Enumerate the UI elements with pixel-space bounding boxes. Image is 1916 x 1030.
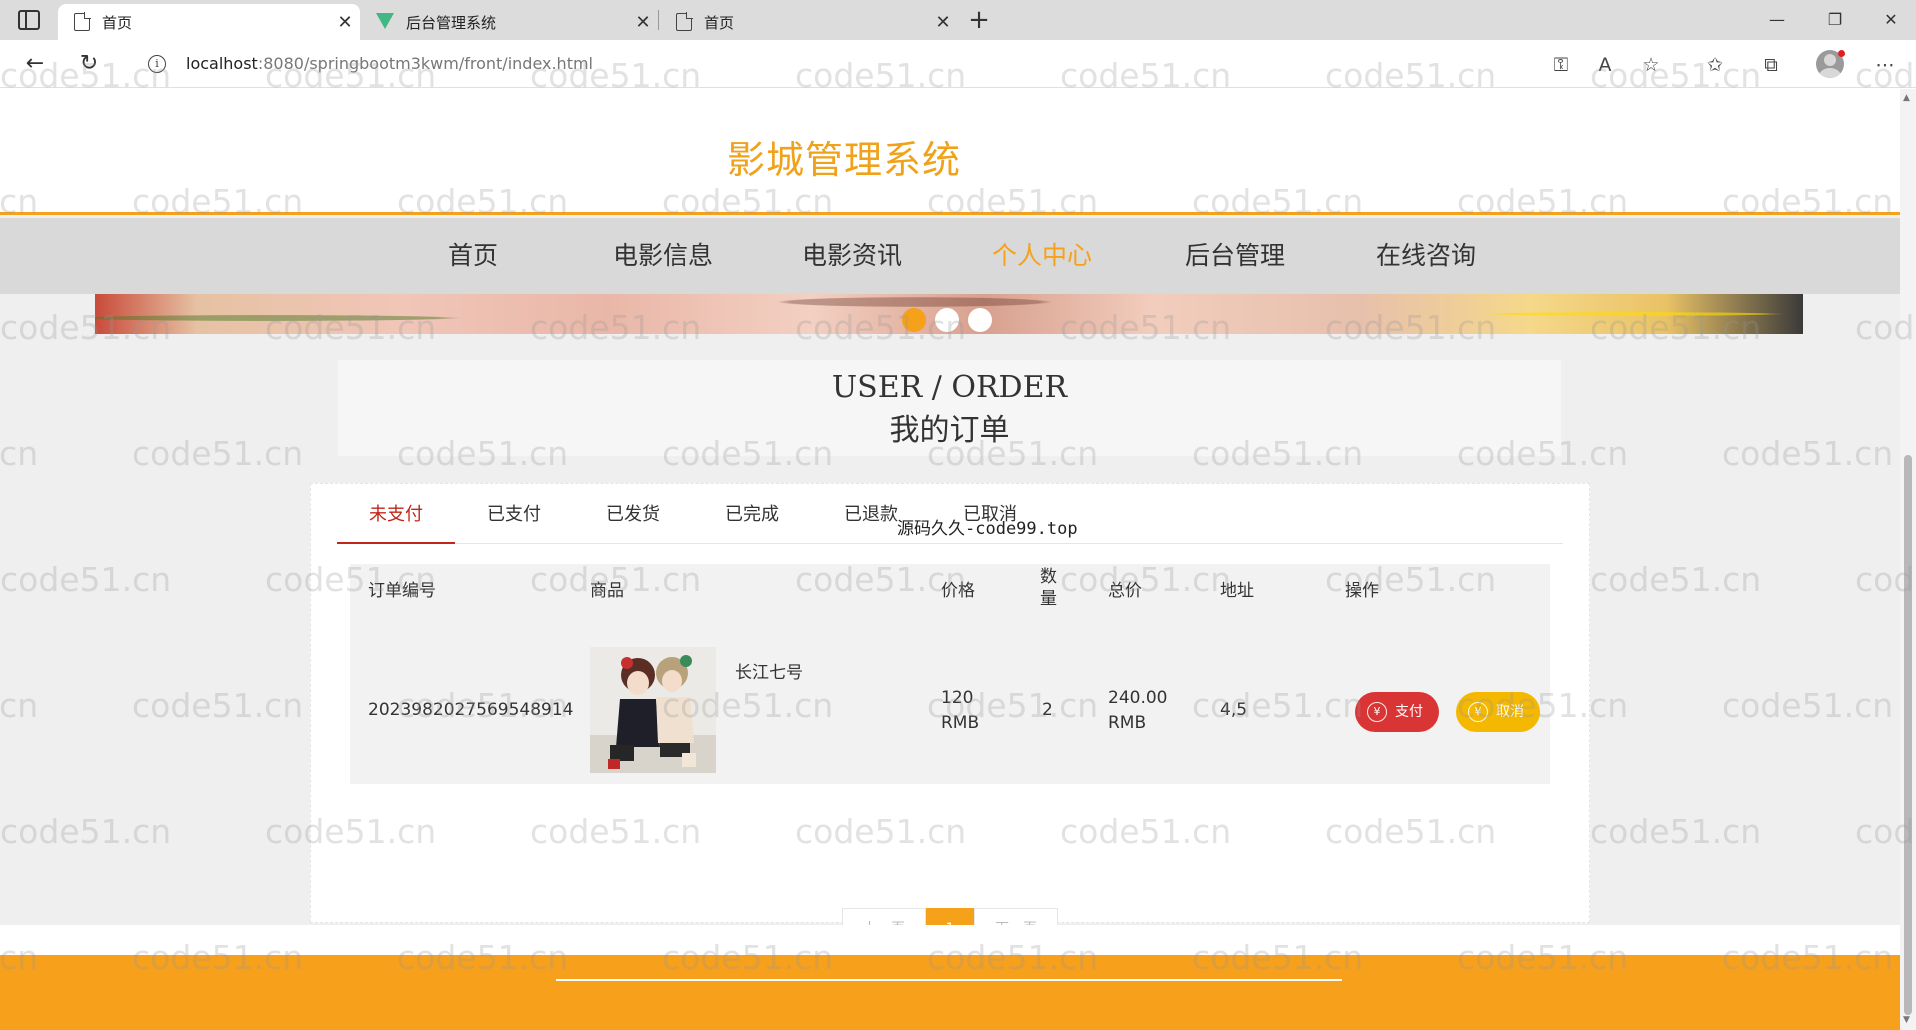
overlay-watermark-text: 源码久久-code99.top [897, 519, 1078, 539]
site-title: 影城管理系统 [726, 138, 961, 182]
tab-title: 首页 [102, 13, 133, 32]
nav-item-consult[interactable]: 在线咨询 [1346, 218, 1506, 294]
tab-title: 首页 [704, 13, 735, 32]
product-poster [590, 647, 716, 773]
close-window-icon[interactable]: ✕ [1862, 0, 1916, 40]
vue-icon [376, 13, 394, 31]
tab-title: 后台管理系统 [406, 13, 497, 32]
refresh-icon[interactable]: ↻ [74, 50, 104, 78]
tab-completed[interactable]: 已完成 [693, 484, 811, 544]
order-table: 订单编号 商品 价格 数 量 总价 地址 操作 2023982027569548… [350, 564, 1550, 784]
info-icon[interactable]: i [148, 55, 166, 73]
carousel-dot-1[interactable] [902, 308, 926, 332]
tab-separator [658, 10, 659, 30]
main-nav: 首页 电影信息 电影资讯 个人中心 后台管理 在线咨询 [0, 218, 1900, 294]
product-image[interactable] [590, 647, 716, 773]
site-footer [0, 955, 1900, 1030]
nav-item-admin[interactable]: 后台管理 [1155, 218, 1315, 294]
product-name: 长江七号 [735, 663, 803, 683]
order-status-tabs: 未支付 已支付 已发货 已完成 已退款 已取消 源码久久-code99.top [337, 484, 1563, 544]
header-address: 地址 [1220, 581, 1254, 601]
document-icon [74, 12, 91, 31]
scroll-down-icon[interactable]: ▼ [1903, 1015, 1910, 1025]
carousel-dot-3[interactable] [968, 308, 992, 332]
footer-divider [556, 979, 1342, 981]
url-text: localhost:8080/springbootm3kwm/front/ind… [186, 54, 593, 73]
page-viewport: 影城管理系统 首页 电影信息 电影资讯 个人中心 后台管理 在线咨询 USER … [0, 89, 1900, 1030]
close-tab-icon[interactable]: ✕ [928, 12, 958, 33]
nav-item-user-center[interactable]: 个人中心 [962, 218, 1122, 294]
more-menu-icon[interactable]: ⋯ [1872, 52, 1898, 78]
price-cell: 120 RMB [941, 688, 980, 733]
page-scrollbar[interactable]: ▲ ▼ [1900, 89, 1916, 1030]
address-cell: 4,5 [1220, 700, 1248, 720]
banner-carousel [95, 294, 1803, 334]
collections-icon[interactable]: ⧉ [1758, 52, 1784, 78]
favorite-star-icon[interactable]: ☆ [1638, 52, 1664, 78]
close-tab-icon[interactable]: ✕ [330, 12, 360, 33]
browser-tab-2[interactable]: 后台管理系统 ✕ [360, 4, 658, 40]
footer-spacer [0, 925, 1900, 955]
tab-actions-icon[interactable] [18, 10, 40, 30]
carousel-dot-2[interactable] [935, 308, 959, 332]
header-order-no: 订单编号 [368, 581, 436, 601]
close-tab-icon[interactable]: ✕ [628, 12, 658, 33]
header-price: 价格 [941, 581, 975, 601]
order-number: 2023982027569548914 [368, 700, 574, 720]
url-field[interactable]: i localhost:8080/springbootm3kwm/front/i… [130, 46, 1680, 82]
cancel-button[interactable]: ¥ 取消 [1456, 692, 1540, 732]
favorites-list-icon[interactable]: ✩ [1702, 52, 1728, 78]
header-total: 总价 [1108, 581, 1142, 601]
new-tab-button[interactable]: + [964, 4, 994, 36]
scrollbar-thumb[interactable] [1904, 455, 1912, 1015]
tab-unpaid[interactable]: 未支付 [337, 484, 455, 544]
header-actions: 操作 [1345, 581, 1379, 601]
browser-tab-bar: 首页 ✕ 后台管理系统 ✕ 首页 ✕ + — ❐ ✕ [0, 0, 1916, 40]
pay-button[interactable]: ¥ 支付 [1355, 692, 1439, 732]
tab-shipped[interactable]: 已发货 [574, 484, 692, 544]
header-quantity: 数 量 [1040, 567, 1057, 609]
tab-paid[interactable]: 已支付 [455, 484, 573, 544]
key-icon[interactable]: ⚿ [1548, 52, 1574, 78]
section-title-en: USER / ORDER [831, 370, 1068, 405]
yen-icon: ¥ [1468, 702, 1488, 722]
site-header: 影城管理系统 [0, 89, 1900, 215]
address-bar: ← ↻ i localhost:8080/springbootm3kwm/fro… [0, 40, 1916, 88]
nav-item-movies[interactable]: 电影信息 [583, 218, 743, 294]
section-title-box: USER / ORDER 我的订单 [337, 359, 1562, 457]
restore-icon[interactable]: ❐ [1806, 0, 1864, 40]
read-aloud-icon[interactable]: A [1592, 52, 1618, 78]
order-panel: 未支付 已支付 已发货 已完成 已退款 已取消 源码久久-code99.top … [310, 483, 1590, 948]
header-product: 商品 [590, 581, 624, 601]
nav-item-news[interactable]: 电影资讯 [772, 218, 932, 294]
nav-item-home[interactable]: 首页 [393, 218, 553, 294]
document-icon [676, 12, 693, 31]
total-cell: 240.00 RMB [1108, 688, 1168, 733]
scroll-up-icon[interactable]: ▲ [1903, 93, 1910, 103]
quantity-cell: 2 [1042, 700, 1053, 720]
profile-notification-dot [1838, 50, 1845, 57]
browser-tab-1[interactable]: 首页 ✕ [58, 4, 360, 40]
section-title-cn: 我的订单 [889, 413, 1010, 448]
back-arrow-icon[interactable]: ← [20, 50, 50, 78]
minimize-icon[interactable]: — [1748, 0, 1806, 40]
yen-icon: ¥ [1367, 702, 1387, 722]
browser-tab-3[interactable]: 首页 ✕ [660, 4, 958, 40]
